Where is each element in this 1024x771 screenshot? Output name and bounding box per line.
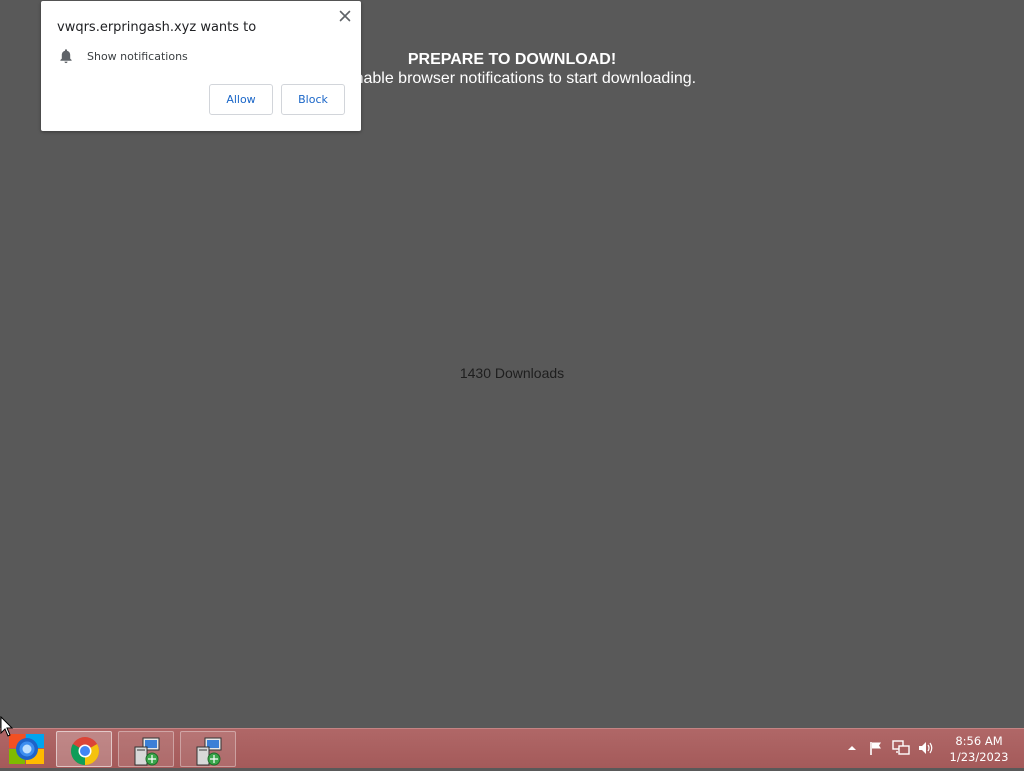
permission-title: vwqrs.erpringash.xyz wants to <box>57 20 257 35</box>
block-button[interactable]: Block <box>281 84 345 115</box>
show-hidden-icons-arrow[interactable] <box>846 741 858 759</box>
close-icon[interactable] <box>337 8 353 24</box>
notification-permission-popup: vwqrs.erpringash.xyz wants to Show notif… <box>41 1 361 131</box>
taskbar: 8:56 AM 1/23/2023 <box>0 728 1024 768</box>
taskbar-network-button-2[interactable] <box>180 731 236 767</box>
clock-date: 1/23/2023 <box>949 750 1009 764</box>
flag-icon[interactable] <box>868 740 884 761</box>
allow-button[interactable]: Allow <box>209 84 273 115</box>
bell-icon <box>60 49 72 64</box>
chrome-icon <box>71 737 99 765</box>
mouse-cursor-icon <box>0 715 14 738</box>
taskbar-clock[interactable]: 8:56 AM 1/23/2023 <box>944 733 1014 765</box>
taskbar-network-button-1[interactable] <box>118 731 174 767</box>
clock-time: 8:56 AM <box>955 734 1003 748</box>
download-count: 1430 Downloads <box>459 365 565 381</box>
network-computer-icon <box>196 737 222 766</box>
permission-row: Show notifications <box>59 48 188 64</box>
volume-icon[interactable] <box>917 740 935 761</box>
taskbar-chrome-button[interactable] <box>56 731 112 767</box>
network-computer-icon <box>134 737 160 766</box>
permission-label: Show notifications <box>87 49 188 63</box>
network-icon[interactable] <box>892 740 910 761</box>
